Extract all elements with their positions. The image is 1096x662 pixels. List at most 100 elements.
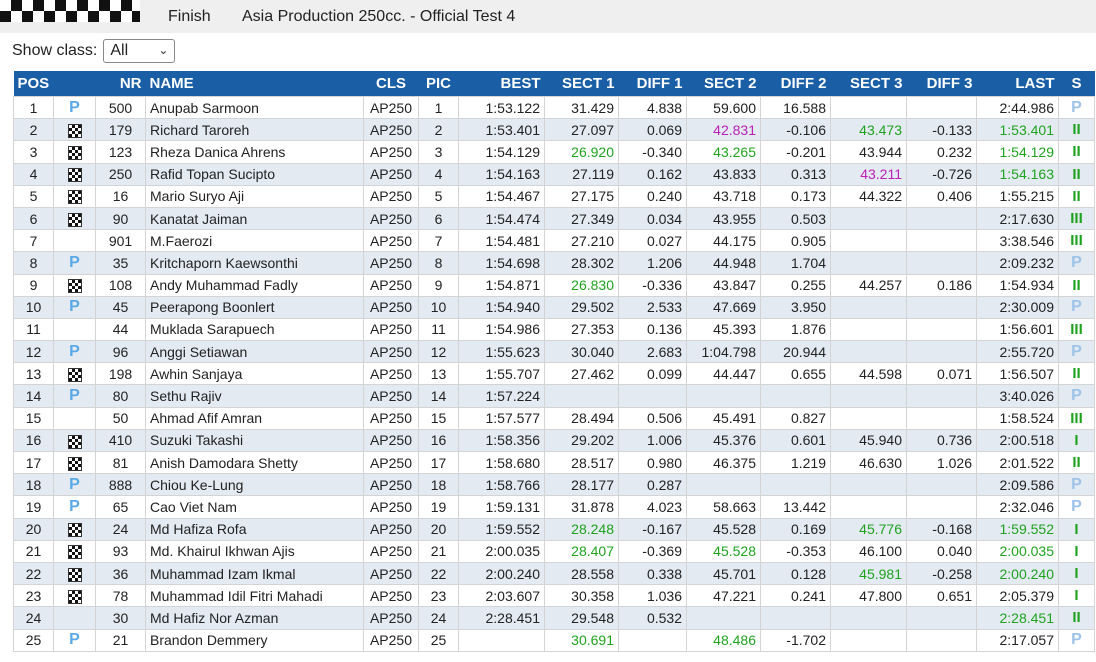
table-row[interactable]: 9 108 Andy Muhammad Fadly AP250 9 1:54.871 26.…	[13, 273, 1095, 297]
chevron-down-icon: ⌄	[158, 43, 169, 57]
table-row[interactable]: 19 P 65 Cao Viet Nam AP250 19 1:59.131 31.878 4.…	[13, 495, 1095, 519]
column-header-flag[interactable]: ▲▼	[53, 71, 96, 97]
table-row[interactable]: 8 P 35 Kritchaporn Kaewsonthi AP250 8 1:54.698…	[13, 251, 1095, 275]
column-header-nr[interactable]: NR▲▼	[95, 71, 146, 97]
cell-nr: 81	[95, 450, 146, 475]
column-header-s1[interactable]: SECT 1▲▼	[544, 71, 619, 97]
cell-pic: 10	[418, 295, 459, 319]
column-header-d3[interactable]: DIFF 3▲▼	[906, 71, 977, 97]
cell-s1: 31.429	[544, 95, 619, 120]
column-header-d2[interactable]: DIFF 2▲▼	[760, 71, 831, 97]
table-row[interactable]: 13 198 Awhin Sanjaya AP250 13 1:55.707 27.462 0…	[13, 362, 1095, 386]
table-row[interactable]: 7 901 M.Faerozi AP250 7 1:54.481 27.210 0.027 44…	[13, 229, 1095, 253]
table-row[interactable]: 18 P 888 Chiou Ke-Lung AP250 18 1:58.766 28.177…	[13, 473, 1095, 497]
table-row[interactable]: 2 179 Richard Taroreh AP250 2 1:53.401 27.097 0…	[13, 118, 1095, 142]
cell-s2: 45.528	[686, 539, 761, 563]
cell-cls: AP250	[363, 517, 419, 541]
table-row[interactable]: 11 44 Muklada Sarapuech AP250 11 1:54.986 27.3…	[13, 317, 1095, 342]
pit-icon: P	[69, 298, 80, 316]
cell-s: II	[1058, 273, 1095, 297]
cell-d3	[906, 495, 977, 519]
checkered-flag-icon	[67, 456, 82, 471]
cell-best	[458, 628, 545, 652]
status-flag-cell: P	[53, 628, 96, 652]
checkered-flag-icon	[67, 567, 82, 582]
cell-last: 1:55.215	[976, 184, 1059, 208]
cell-pos: 18	[13, 473, 54, 497]
cell-last: 3:40.026	[976, 384, 1059, 408]
cell-pos: 9	[13, 273, 54, 297]
table-row[interactable]: 3 123 Rheza Danica Ahrens AP250 3 1:54.129 26.…	[13, 140, 1095, 164]
table-row[interactable]: 5 16 Mario Suryo Aji AP250 5 1:54.467 27.175 0.…	[13, 184, 1095, 208]
column-header-pic[interactable]: PIC▲▼	[418, 71, 459, 97]
cell-pos: 10	[13, 295, 54, 319]
table-row[interactable]: 14 P 80 Sethu Rajiv AP250 14 1:57.224 3:40.026 P	[13, 384, 1095, 408]
cell-last: 2:30.009	[976, 295, 1059, 319]
cell-best: 1:54.871	[458, 273, 545, 297]
checkered-flag-icon	[67, 279, 82, 294]
cell-nr: 24	[95, 517, 146, 541]
cell-d3	[906, 384, 977, 408]
table-row[interactable]: 15 50 Ahmad Afif Amran AP250 15 1:57.577 28.49…	[13, 406, 1095, 430]
cell-s3: 44.322	[830, 184, 907, 208]
cell-name: Ahmad Afif Amran	[145, 406, 364, 430]
status-flag-cell: P	[53, 251, 96, 275]
table-row[interactable]: 22 36 Muhammad Izam Ikmal AP250 22 2:00.240 28…	[13, 561, 1095, 586]
cell-pic: 12	[418, 340, 459, 364]
cell-d2: 0.128	[760, 561, 831, 586]
table-row[interactable]: 20 24 Md Hafiza Rofa AP250 20 1:59.552 28.248-…	[13, 517, 1095, 541]
cell-d2: 0.169	[760, 517, 831, 541]
cell-d1: 4.023	[618, 495, 687, 519]
column-header-pos[interactable]: POS▲▼	[13, 71, 54, 97]
status-flag-cell	[53, 517, 96, 541]
cell-nr: 80	[95, 384, 146, 408]
column-header-s3[interactable]: SECT 3▲▼	[830, 71, 907, 97]
table-row[interactable]: 12 P 96 Anggi Setiawan AP250 12 1:55.623 30.040…	[13, 340, 1095, 364]
column-header-last[interactable]: LAST▲▼	[976, 71, 1059, 97]
status-flag-cell: P	[53, 384, 96, 408]
column-header-d1[interactable]: DIFF 1▲▼	[618, 71, 687, 97]
cell-pic: 23	[418, 584, 459, 608]
table-row[interactable]: 17 81 Anish Damodara Shetty AP250 17 1:58.680…	[13, 450, 1095, 475]
cell-d2: 20.944	[760, 340, 831, 364]
cell-d3	[906, 340, 977, 364]
cell-pos: 12	[13, 340, 54, 364]
cell-s3	[830, 295, 907, 319]
column-header-name[interactable]: NAME▲▼	[145, 71, 364, 97]
cell-d2: 0.313	[760, 162, 831, 186]
cell-d3	[906, 206, 977, 231]
cell-s3: 43.473	[830, 118, 907, 142]
cell-cls: AP250	[363, 162, 419, 186]
cell-pic: 11	[418, 317, 459, 342]
column-header-cls[interactable]: CLS▲▼	[363, 71, 419, 97]
column-header-s2[interactable]: SECT 2▲▼	[686, 71, 761, 97]
table-row[interactable]: 16 410 Suzuki Takashi AP250 16 1:58.356 29.202…	[13, 428, 1095, 453]
cell-d1: 0.240	[618, 184, 687, 208]
cell-last: 3:38.546	[976, 229, 1059, 253]
cell-cls: AP250	[363, 184, 419, 208]
cell-d2	[760, 606, 831, 630]
table-row[interactable]: 23 78 Muhammad Idil Fitri Mahadi AP250 23 2:0…	[13, 584, 1095, 608]
cell-cls: AP250	[363, 473, 419, 497]
table-row[interactable]: 25 P 21 Brandon Demmery AP250 25 30.691 48.486-…	[13, 628, 1095, 652]
cell-s3: 43.944	[830, 140, 907, 164]
column-header-s[interactable]: S▲▼	[1058, 71, 1095, 97]
table-row[interactable]: 1 P 500 Anupab Sarmoon AP250 1 1:53.122 31.429 4…	[13, 95, 1095, 120]
column-header-best[interactable]: BEST▲▼	[458, 71, 545, 97]
cell-best: 1:54.940	[458, 295, 545, 319]
table-row[interactable]: 6 90 Kanatat Jaiman AP250 6 1:54.474 27.349 0.0…	[13, 206, 1095, 231]
status-flag-cell	[53, 184, 96, 208]
table-row[interactable]: 4 250 Rafid Topan Sucipto AP250 4 1:54.163 27.…	[13, 162, 1095, 186]
cell-s1: 27.462	[544, 362, 619, 386]
cell-s2: 42.831	[686, 118, 761, 142]
status-flag-cell: P	[53, 295, 96, 319]
cell-d1: 1.036	[618, 584, 687, 608]
cell-last: 1:56.507	[976, 362, 1059, 386]
table-row[interactable]: 10 P 45 Peerapong Boonlert AP250 10 1:54.940 29…	[13, 295, 1095, 319]
cell-d3: 0.406	[906, 184, 977, 208]
cell-nr: 93	[95, 539, 146, 563]
table-row[interactable]: 21 93 Md. Khairul Ikhwan Ajis AP250 21 2:00.0…	[13, 539, 1095, 563]
table-row[interactable]: 24 30 Md Hafiz Nor Azman AP250 24 2:28.451 29.…	[13, 606, 1095, 630]
class-select[interactable]: All ⌄	[103, 39, 176, 63]
cell-name: M.Faerozi	[145, 229, 364, 253]
